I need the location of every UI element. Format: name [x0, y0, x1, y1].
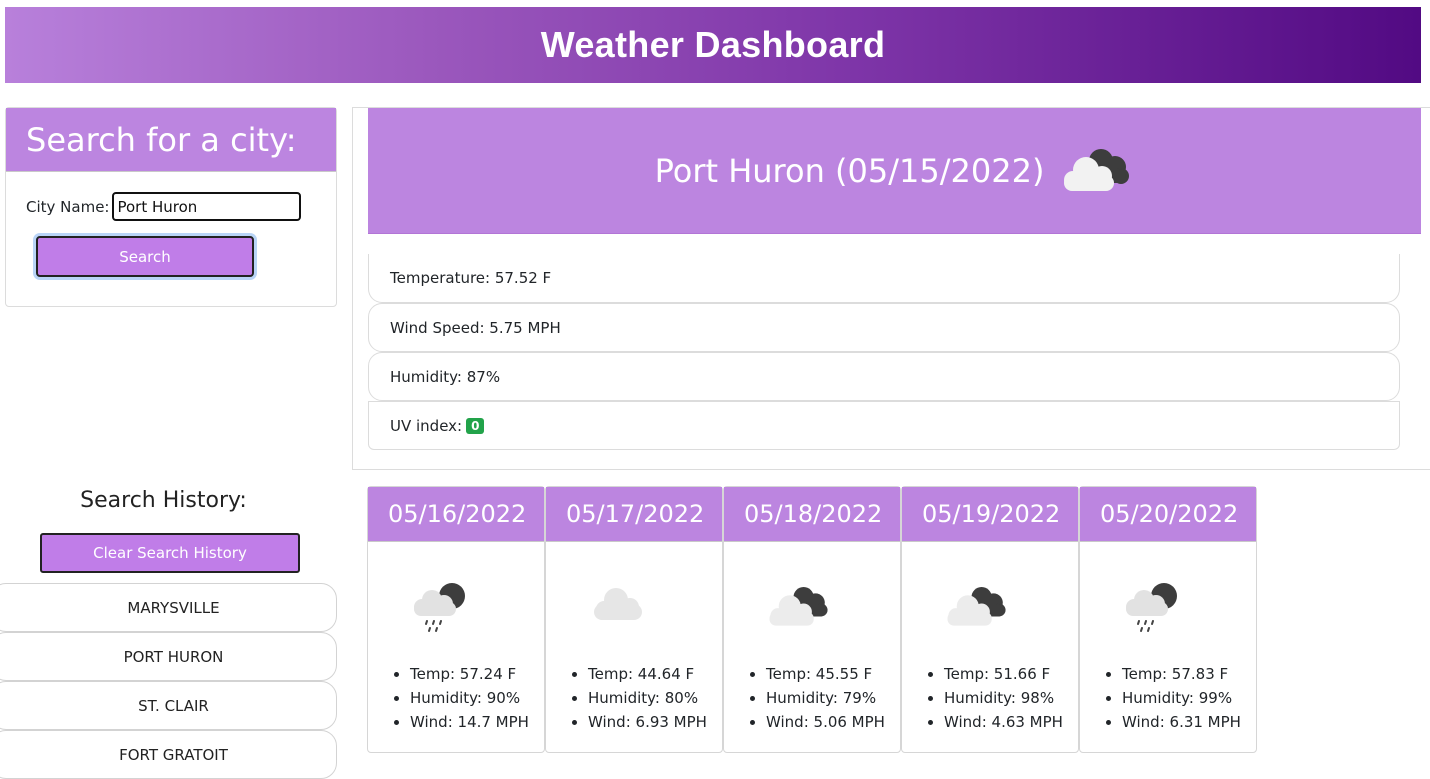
forecast-temp: Temp: 57.83 F	[1122, 662, 1241, 686]
search-history-list: MARYSVILLE PORT HURON ST. CLAIR FORT GRA…	[0, 583, 337, 779]
forecast-wind: Wind: 4.63 MPH	[944, 710, 1063, 734]
forecast-card: 05/17/2022 Temp: 44.64 F Humidity: 80% W…	[545, 486, 723, 753]
page-title: Weather Dashboard	[540, 24, 886, 65]
forecast-card-header: 05/17/2022	[546, 487, 722, 542]
forecast-details: Temp: 57.24 F Humidity: 90% Wind: 14.7 M…	[410, 662, 529, 734]
forecast-card-header: 05/18/2022	[724, 487, 900, 542]
wind-speed-item: Wind Speed: 5.75 MPH	[368, 303, 1400, 352]
forecast-details: Temp: 44.64 F Humidity: 80% Wind: 6.93 M…	[588, 662, 707, 734]
humidity-text: Humidity: 87%	[390, 367, 501, 386]
forecast-humidity: Humidity: 80%	[588, 686, 707, 710]
history-item[interactable]: FORT GRATOIT	[0, 730, 337, 779]
temperature-text: Temperature: 57.52 F	[390, 269, 552, 287]
clear-history-button[interactable]: Clear Search History	[40, 533, 300, 573]
search-history-title: Search History:	[80, 488, 247, 513]
forecast-humidity: Humidity: 99%	[1122, 686, 1241, 710]
forecast-date: 05/19/2022	[922, 500, 1061, 528]
forecast-humidity: Humidity: 79%	[766, 686, 885, 710]
forecast-date: 05/16/2022	[388, 500, 527, 528]
history-item[interactable]: ST. CLAIR	[0, 681, 337, 730]
forecast-details: Temp: 45.55 F Humidity: 79% Wind: 5.06 M…	[766, 662, 885, 734]
forecast-card: 05/18/2022 Temp: 45.55 F Humidity: 79% W…	[723, 486, 901, 753]
forecast-date: 05/20/2022	[1100, 500, 1239, 528]
city-name-input[interactable]	[112, 192, 302, 221]
forecast-row: 05/16/2022 Temp: 57.24 F Humidity: 90% W…	[367, 486, 1257, 753]
search-button[interactable]: Search	[36, 236, 254, 277]
rain-icon	[1126, 583, 1177, 632]
forecast-wind: Wind: 6.31 MPH	[1122, 710, 1241, 734]
humidity-item: Humidity: 87%	[368, 352, 1400, 401]
forecast-card: 05/19/2022 Temp: 51.66 F Humidity: 98% W…	[901, 486, 1079, 753]
rain-icon	[414, 583, 465, 632]
forecast-wind: Wind: 5.06 MPH	[766, 710, 885, 734]
current-weather-header: Port Huron (05/15/2022)	[368, 108, 1421, 234]
forecast-card-header: 05/16/2022	[368, 487, 544, 542]
forecast-card-header: 05/20/2022	[1080, 487, 1256, 542]
current-stats-list: Temperature: 57.52 F Wind Speed: 5.75 MP…	[368, 254, 1400, 450]
history-item[interactable]: PORT HURON	[0, 632, 337, 681]
page-header: Weather Dashboard	[5, 7, 1421, 83]
forecast-date: 05/17/2022	[566, 500, 705, 528]
forecast-temp: Temp: 57.24 F	[410, 662, 529, 686]
city-name-row: City Name:	[26, 192, 302, 221]
forecast-humidity: Humidity: 90%	[410, 686, 529, 710]
forecast-card: 05/16/2022 Temp: 57.24 F Humidity: 90% W…	[367, 486, 545, 753]
uv-index-badge: 0	[466, 417, 485, 434]
history-item[interactable]: MARYSVILLE	[0, 583, 337, 632]
forecast-date: 05/18/2022	[744, 500, 883, 528]
forecast-wind: Wind: 6.93 MPH	[588, 710, 707, 734]
search-card-header: Search for a city:	[6, 108, 336, 172]
forecast-temp: Temp: 45.55 F	[766, 662, 885, 686]
cloudy-icon	[947, 586, 1006, 626]
city-name-label: City Name:	[26, 197, 110, 216]
cloudy-icon	[769, 586, 828, 626]
temperature-item: Temperature: 57.52 F	[368, 254, 1400, 303]
forecast-details: Temp: 57.83 F Humidity: 99% Wind: 6.31 M…	[1122, 662, 1241, 734]
search-card: Search for a city: City Name: Search	[5, 107, 337, 307]
forecast-card-header: 05/19/2022	[902, 487, 1078, 542]
cloudy-icon	[1064, 148, 1130, 191]
uv-index-label: UV index:	[390, 416, 463, 435]
wind-speed-text: Wind Speed: 5.75 MPH	[390, 318, 561, 337]
forecast-temp: Temp: 51.66 F	[944, 662, 1063, 686]
current-city-date: Port Huron (05/15/2022)	[654, 151, 1045, 190]
current-weather-card: Port Huron (05/15/2022) Temperature: 57.…	[352, 107, 1430, 470]
forecast-card: 05/20/2022 Temp: 57.83 F Humidity: 99% W…	[1079, 486, 1257, 753]
forecast-wind: Wind: 14.7 MPH	[410, 710, 529, 734]
search-card-title: Search for a city:	[26, 120, 297, 159]
cloud-icon	[594, 588, 642, 620]
uv-index-item: UV index: 0	[368, 401, 1400, 450]
forecast-details: Temp: 51.66 F Humidity: 98% Wind: 4.63 M…	[944, 662, 1063, 734]
forecast-temp: Temp: 44.64 F	[588, 662, 707, 686]
forecast-humidity: Humidity: 98%	[944, 686, 1063, 710]
